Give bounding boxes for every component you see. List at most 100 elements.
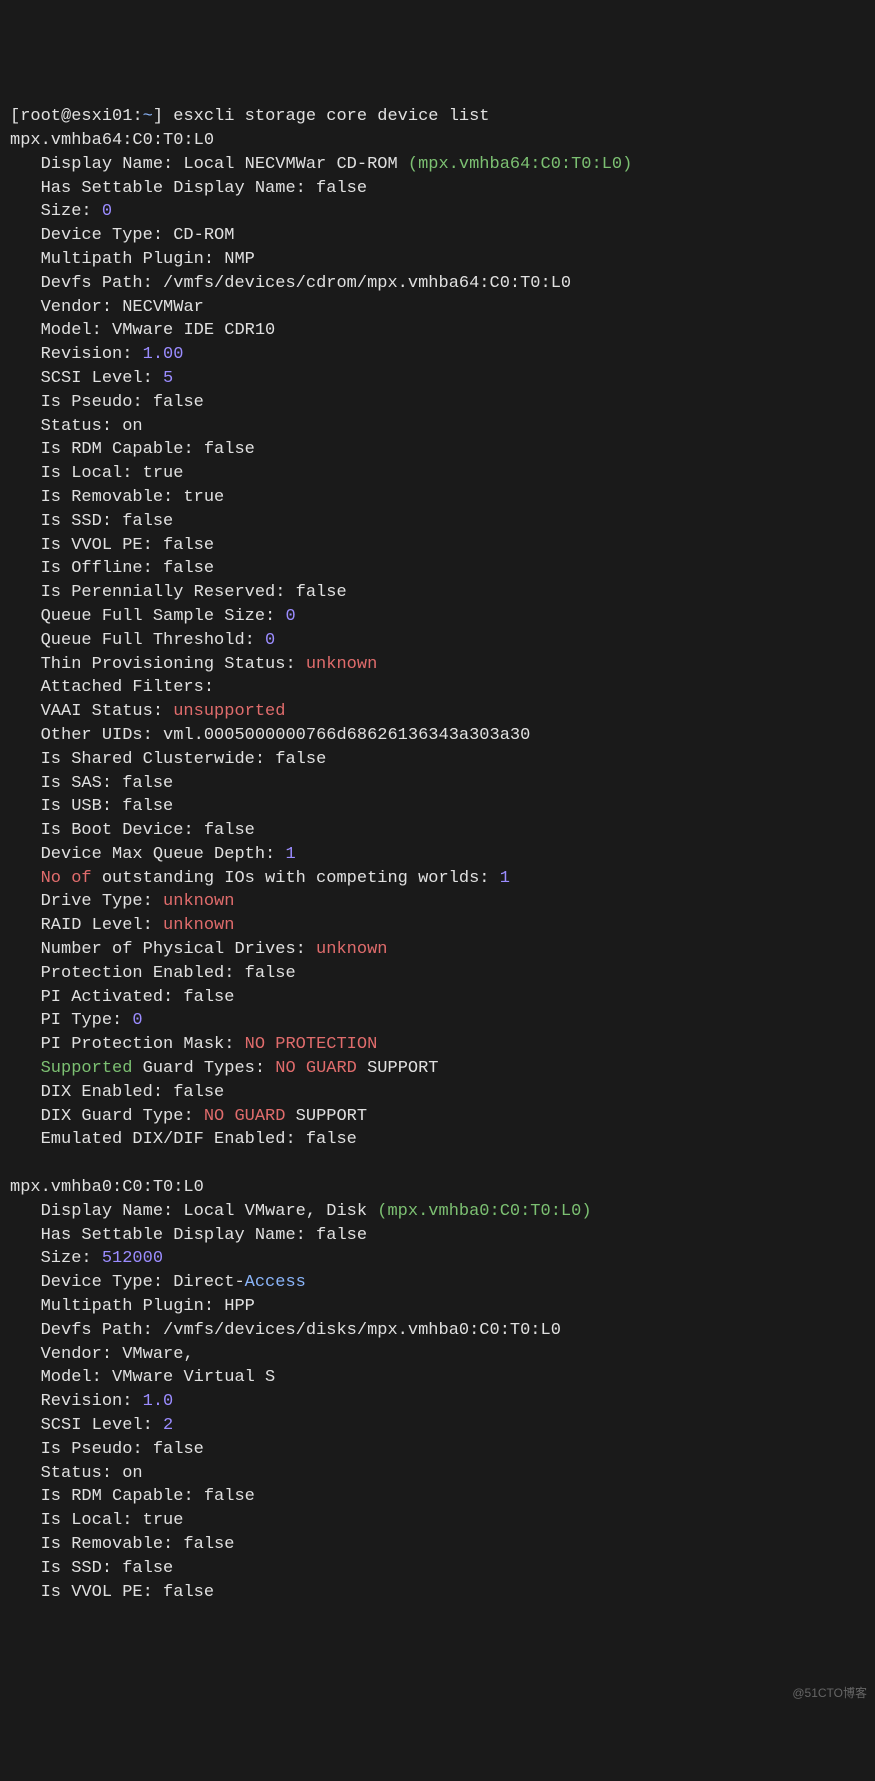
d1-raid-val: unknown bbox=[153, 916, 235, 935]
d1-sas-val: false bbox=[112, 774, 173, 793]
d2-display-name-paren: (mpx.vmhba0:C0:T0:L0) bbox=[377, 1202, 591, 1221]
d1-mqd-key: Device Max Queue Depth bbox=[41, 845, 265, 864]
d1-perenn-key: Is Perennially Reserved bbox=[41, 583, 276, 602]
d2-vendor-key: Vendor bbox=[41, 1345, 102, 1364]
d1-qft-val: 0 bbox=[255, 631, 275, 650]
terminal-output: [root@esxi01:~] esxcli storage core devi… bbox=[10, 105, 865, 1604]
d1-revision-val: 1.00 bbox=[132, 345, 183, 364]
d1-devfs-key: Devfs Path bbox=[41, 274, 143, 293]
d2-devfs-key: Devfs Path bbox=[41, 1321, 143, 1340]
d1-device-type-val: CD-ROM bbox=[163, 226, 234, 245]
d1-rdm-val: false bbox=[194, 440, 255, 459]
d1-ssd-val: false bbox=[112, 512, 173, 531]
d1-vaai-key: VAAI Status bbox=[41, 702, 153, 721]
d1-sgt-v2: SUPPORT bbox=[357, 1059, 439, 1078]
d1-phys-key: Number of Physical Drives bbox=[41, 940, 296, 959]
d1-size-key: Size bbox=[41, 202, 82, 221]
d1-pia-val: false bbox=[173, 988, 234, 1007]
d1-offline-val: false bbox=[153, 559, 214, 578]
d1-has-settable-val: false bbox=[306, 179, 367, 198]
d1-removable-key: Is Removable bbox=[41, 488, 163, 507]
d2-revision-val: 1.0 bbox=[132, 1392, 173, 1411]
device-2-id: mpx.vmhba0:C0:T0:L0 bbox=[10, 1178, 204, 1197]
d1-vvol-key: Is VVOL PE bbox=[41, 536, 143, 555]
d1-mqd-val: 1 bbox=[275, 845, 295, 864]
d1-model-key: Model bbox=[41, 321, 92, 340]
d1-noof-1: No bbox=[41, 869, 61, 888]
d2-ssd-key: Is SSD bbox=[41, 1559, 102, 1578]
d2-status-val: on bbox=[112, 1464, 143, 1483]
d1-offline-key: Is Offline bbox=[41, 559, 143, 578]
prompt-user: root bbox=[20, 107, 61, 126]
prompt-host: esxi01 bbox=[71, 107, 132, 126]
d2-vvol-key: Is VVOL PE bbox=[41, 1583, 143, 1602]
d2-local-key: Is Local bbox=[41, 1511, 123, 1530]
d1-emdix-val: false bbox=[296, 1130, 357, 1149]
d1-noof-3: outstanding IOs with competing worlds bbox=[92, 869, 480, 888]
d2-scsi-key: SCSI Level bbox=[41, 1416, 143, 1435]
d2-multipath-key: Multipath Plugin bbox=[41, 1297, 204, 1316]
d1-removable-val: true bbox=[173, 488, 224, 507]
d1-dixg-v1: NO GUARD bbox=[194, 1107, 286, 1126]
d1-usb-key: Is USB bbox=[41, 797, 102, 816]
d1-dix-key: DIX Enabled bbox=[41, 1083, 153, 1102]
d2-device-type-key: Device Type bbox=[41, 1273, 153, 1292]
d2-pseudo-val: false bbox=[143, 1440, 204, 1459]
d2-removable-val: false bbox=[173, 1535, 234, 1554]
d1-vendor-val: NECVMWar bbox=[112, 298, 204, 317]
device-1-id: mpx.vmhba64:C0:T0:L0 bbox=[10, 131, 214, 150]
d2-revision-key: Revision bbox=[41, 1392, 123, 1411]
d2-status-key: Status bbox=[41, 1464, 102, 1483]
prompt-at: @ bbox=[61, 107, 71, 126]
d1-dixg-v2: SUPPORT bbox=[285, 1107, 367, 1126]
d1-display-name-paren: (mpx.vmhba64:C0:T0:L0) bbox=[408, 155, 632, 174]
prompt-open: [ bbox=[10, 107, 20, 126]
d1-boot-val: false bbox=[194, 821, 255, 840]
d2-multipath-val: HPP bbox=[214, 1297, 255, 1316]
prompt-path: ~ bbox=[143, 107, 153, 126]
d1-shared-val: false bbox=[265, 750, 326, 769]
d1-emdix-key: Emulated DIX/DIF Enabled bbox=[41, 1130, 286, 1149]
d1-pip-val: NO PROTECTION bbox=[234, 1035, 377, 1054]
d1-sas-key: Is SAS bbox=[41, 774, 102, 793]
d2-rdm-val: false bbox=[194, 1487, 255, 1506]
d1-display-name-key: Display Name bbox=[41, 155, 163, 174]
d1-display-name-val: Local NECVMWar CD-ROM bbox=[173, 155, 408, 174]
d2-has-settable-val: false bbox=[306, 1226, 367, 1245]
d1-uids-key: Other UIDs bbox=[41, 726, 143, 745]
d2-devfs-val: /vmfs/devices/disks/mpx.vmhba0:C0:T0:L0 bbox=[153, 1321, 561, 1340]
d2-size-val: 512000 bbox=[92, 1249, 163, 1268]
d1-sgt-v1: NO GUARD bbox=[265, 1059, 357, 1078]
d2-device-type-val2: Access bbox=[245, 1273, 306, 1292]
d1-qft-key: Queue Full Threshold bbox=[41, 631, 245, 650]
d1-scsi-key: SCSI Level bbox=[41, 369, 143, 388]
d1-noof-val: 1 bbox=[490, 869, 510, 888]
d1-sgt-1: Supported bbox=[41, 1059, 133, 1078]
d1-uids-val: vml.0005000000766d68626136343a303a30 bbox=[153, 726, 530, 745]
d1-pit-key: PI Type bbox=[41, 1011, 112, 1030]
d1-drive-val: unknown bbox=[153, 892, 235, 911]
d1-prot-val: false bbox=[234, 964, 295, 983]
d1-shared-key: Is Shared Clusterwide bbox=[41, 750, 255, 769]
prompt-colon: : bbox=[132, 107, 142, 126]
d2-display-name-key: Display Name bbox=[41, 1202, 163, 1221]
d2-vvol-val: false bbox=[153, 1583, 214, 1602]
d1-dixg-key: DIX Guard Type bbox=[41, 1107, 184, 1126]
d2-rdm-key: Is RDM Capable bbox=[41, 1487, 184, 1506]
d2-local-val: true bbox=[132, 1511, 183, 1530]
d1-qfss-val: 0 bbox=[275, 607, 295, 626]
d2-size-key: Size bbox=[41, 1249, 82, 1268]
d1-model-val: VMware IDE CDR10 bbox=[102, 321, 275, 340]
watermark: @51CTO博客 bbox=[792, 1685, 867, 1702]
d1-thin-val: unknown bbox=[296, 655, 378, 674]
d1-devfs-val: /vmfs/devices/cdrom/mpx.vmhba64:C0:T0:L0 bbox=[153, 274, 571, 293]
d1-size-val: 0 bbox=[92, 202, 112, 221]
d1-vvol-val: false bbox=[153, 536, 214, 555]
d1-multipath-key: Multipath Plugin bbox=[41, 250, 204, 269]
d1-vaai-val: unsupported bbox=[163, 702, 285, 721]
d1-raid-key: RAID Level bbox=[41, 916, 143, 935]
d2-model-key: Model bbox=[41, 1368, 92, 1387]
d1-pit-val: 0 bbox=[122, 1011, 142, 1030]
d1-usb-val: false bbox=[112, 797, 173, 816]
d2-scsi-val: 2 bbox=[153, 1416, 173, 1435]
